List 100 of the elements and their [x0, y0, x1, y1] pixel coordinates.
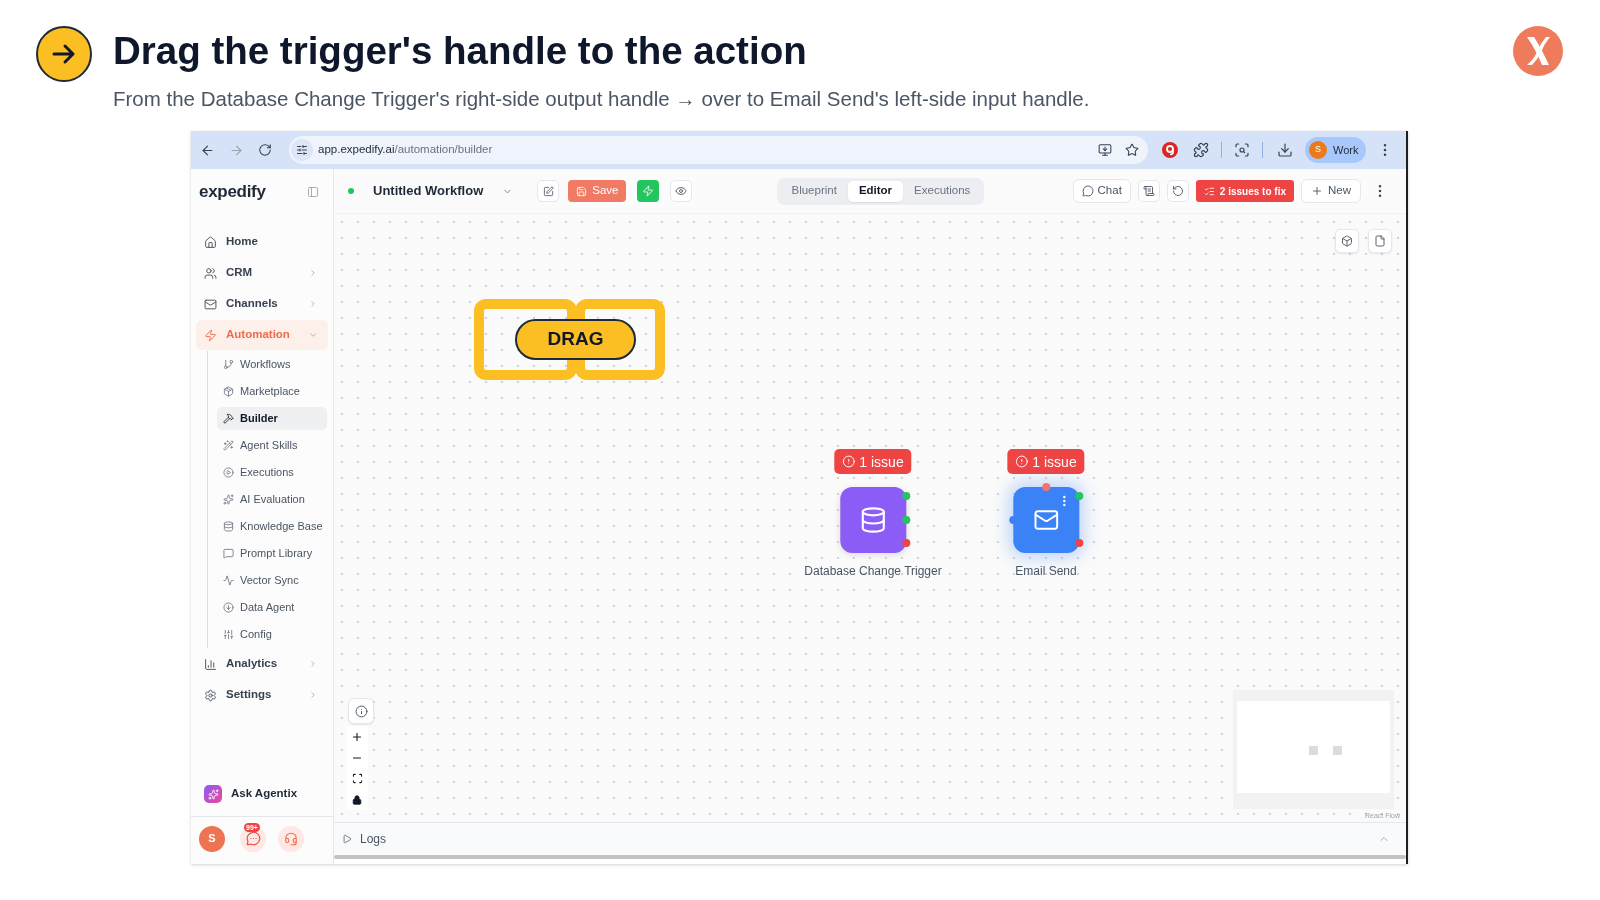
play-circle-icon	[223, 467, 234, 478]
sidebar-item[interactable]: CRM	[196, 258, 328, 288]
lock-icon	[352, 794, 362, 805]
bar-chart-icon	[204, 657, 217, 671]
scroll-icon	[1142, 185, 1155, 197]
slide-subtitle: From the Database Change Trigger's right-side output handle → over to Email Send's left-side input handle.	[113, 86, 1090, 111]
arrow-circle-icon	[223, 602, 234, 613]
puzzle-icon	[1193, 142, 1209, 158]
view-tab[interactable]: Blueprint	[780, 180, 848, 202]
edit-button[interactable]	[537, 180, 560, 202]
node-marker-icon	[1309, 746, 1318, 755]
sidebar-item[interactable]: Analytics	[196, 649, 328, 679]
lightning-icon	[204, 328, 217, 342]
info-button[interactable]	[348, 698, 374, 724]
sidebar-subitem[interactable]: Agent Skills	[217, 434, 327, 457]
save-icon	[576, 185, 588, 197]
cube-icon	[1341, 235, 1353, 247]
profile-button[interactable]: S Work	[1305, 137, 1366, 163]
settings-icon	[204, 688, 217, 702]
sparkles-icon	[223, 494, 234, 505]
database-icon	[859, 506, 887, 534]
app-logo: expedify	[199, 180, 266, 203]
history-button[interactable]	[1166, 180, 1189, 202]
install-icon	[1098, 143, 1112, 157]
file-icon	[1374, 235, 1386, 247]
assistant-link[interactable]: Ask Agentix	[231, 785, 298, 803]
issue-count: 1 issue	[1032, 454, 1077, 469]
sidebar-subitem[interactable]: Marketplace	[217, 380, 327, 403]
sidebar-item[interactable]: Settings	[196, 680, 328, 710]
site-settings-icon[interactable]	[291, 139, 313, 161]
sidebar-item[interactable]: Channels	[196, 289, 328, 319]
view-tab[interactable]: Executions	[903, 180, 982, 202]
mail-icon	[1033, 507, 1059, 533]
assistant-icon	[204, 785, 222, 803]
reload-icon	[258, 143, 272, 157]
chat-button[interactable]: Chat	[1072, 179, 1131, 203]
mail-icon	[204, 297, 217, 311]
node-label: Database Change Trigger	[804, 564, 942, 579]
arrow-right-icon	[228, 142, 244, 158]
profile-avatar: S	[1309, 141, 1327, 159]
connection-handle[interactable]	[902, 539, 910, 547]
support-button[interactable]	[278, 825, 304, 852]
pulse-icon	[223, 575, 234, 586]
alert-icon	[1015, 455, 1029, 468]
headset-icon	[284, 831, 298, 846]
connection-handle[interactable]	[902, 516, 910, 524]
users-icon	[204, 266, 217, 280]
sidebar-subitem[interactable]: Executions	[217, 461, 327, 484]
arrow-right-icon	[36, 26, 92, 82]
view-tab[interactable]: Editor	[847, 180, 904, 202]
package-icon	[223, 386, 234, 397]
tab-search-icon	[1234, 142, 1250, 158]
sidebar-subitem[interactable]: Knowledge Base	[217, 515, 327, 538]
play-icon	[342, 834, 352, 844]
extension-icon[interactable]	[1162, 142, 1178, 158]
branch-icon	[223, 359, 234, 370]
preview-button[interactable]	[670, 180, 693, 202]
plus-icon	[351, 730, 363, 743]
connection-handle[interactable]	[1009, 516, 1017, 524]
sidebar-subitem[interactable]: Data Agent	[217, 596, 327, 619]
issues-button[interactable]: 2 issues to fix	[1195, 180, 1294, 202]
home-icon	[204, 235, 217, 249]
logs-toggle[interactable]: Logs	[342, 830, 387, 848]
address-bar[interactable]: app.expedify.ai/automation/builder	[289, 136, 1148, 164]
new-button[interactable]: New	[1301, 179, 1361, 203]
hammer-icon	[223, 413, 234, 424]
sidebar-item[interactable]: Home	[196, 227, 328, 257]
connection-handle[interactable]	[1075, 539, 1083, 547]
rotate-icon	[1171, 185, 1184, 197]
script-button[interactable]	[1137, 180, 1160, 202]
document-button[interactable]	[1368, 229, 1392, 253]
connection-handle[interactable]	[1075, 492, 1083, 500]
sidebar-subitem[interactable]: Workflows	[217, 353, 327, 376]
sidebar-subitem[interactable]: Config	[217, 623, 327, 646]
star-icon	[1125, 143, 1139, 157]
eye-icon	[675, 185, 688, 197]
run-button[interactable]	[637, 180, 660, 202]
url-text: app.expedify.ai/automation/builder	[318, 142, 493, 158]
download-icon	[1277, 142, 1293, 158]
checklist-icon	[1203, 185, 1215, 197]
database-icon	[223, 521, 234, 532]
logo-icon	[1513, 26, 1563, 76]
sidebar-subitem[interactable]: Vector Sync	[217, 569, 327, 592]
cube-button[interactable]	[1335, 229, 1359, 253]
connection-handle[interactable]	[902, 492, 910, 500]
chat-bubble-icon	[245, 831, 261, 846]
node-label: Email Send	[1015, 564, 1077, 579]
drag-label: DRAG	[515, 319, 636, 360]
workflow-selector[interactable]: Untitled Workflow	[373, 181, 514, 201]
chat-icon	[1081, 185, 1094, 197]
sidebar-subitem[interactable]: Prompt Library	[217, 542, 327, 565]
alert-icon	[842, 455, 856, 468]
fit-view-icon	[351, 773, 363, 784]
issue-count: 1 issue	[859, 454, 904, 469]
sidebar-subitem[interactable]: AI Evaluation	[217, 488, 327, 511]
sidebar-subitem[interactable]: Builder	[217, 407, 327, 430]
connection-handle[interactable]	[1042, 483, 1050, 491]
sliders-icon	[223, 629, 234, 640]
scrollbar[interactable]	[334, 855, 1406, 859]
chat-bubble-icon	[223, 548, 234, 559]
